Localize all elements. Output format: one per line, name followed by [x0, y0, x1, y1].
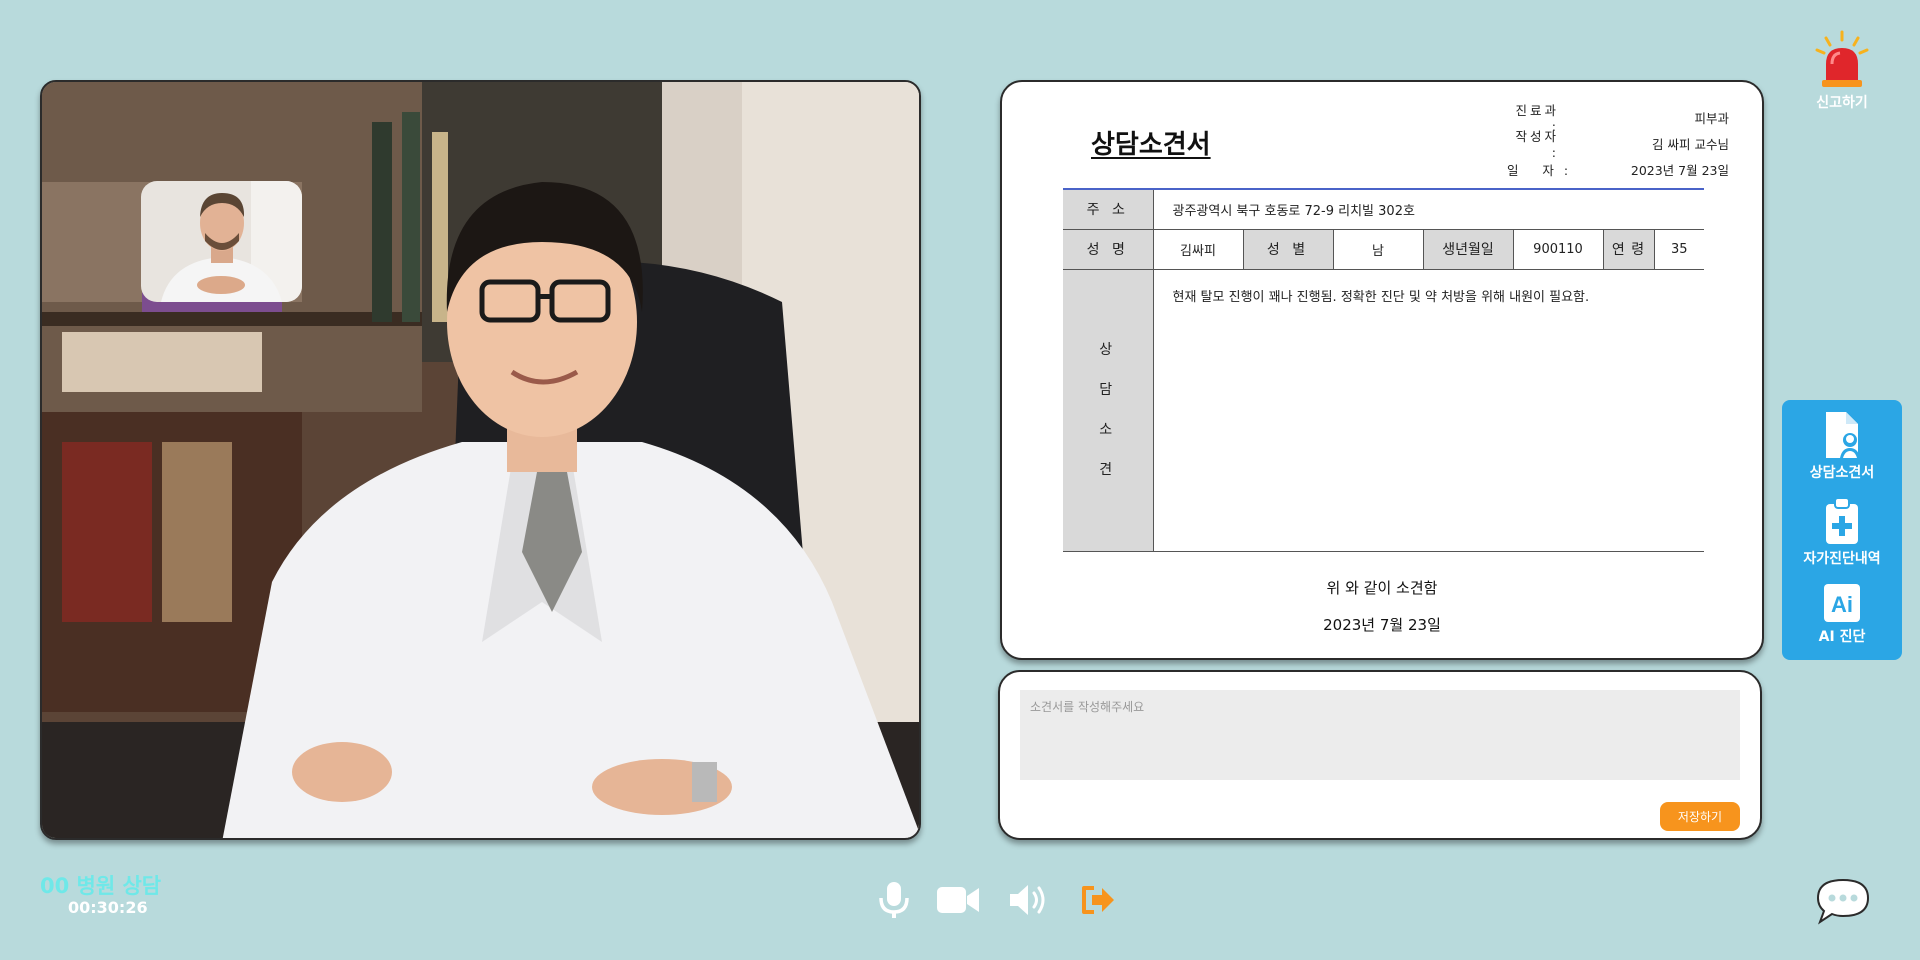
- patient-pip-video[interactable]: [141, 181, 302, 302]
- speaker-button[interactable]: [1008, 880, 1052, 924]
- meta-value: 김 싸피 교수님: [1652, 136, 1729, 152]
- meta-key: 작성자 :: [1515, 129, 1559, 160]
- birth-value: 900110: [1513, 229, 1604, 270]
- opinion-input[interactable]: [1020, 690, 1740, 780]
- meta-key: 일 자 :: [1507, 162, 1572, 178]
- hospital-label: 00 병원 상담: [40, 874, 162, 898]
- chat-bubble-icon: [1816, 878, 1870, 925]
- clipboard-plus-icon: [1826, 497, 1858, 544]
- mic-button[interactable]: [877, 880, 911, 924]
- opinion-label-char: 담: [1099, 382, 1117, 398]
- ai-icon: Ai: [1824, 584, 1860, 622]
- side-item-ai-diagnosis[interactable]: Ai AI 진단: [1782, 582, 1902, 646]
- opinion-label-char: 상: [1099, 342, 1117, 358]
- age-value: 35: [1654, 229, 1705, 270]
- document-title: 상담소견서: [1091, 130, 1211, 160]
- report-button[interactable]: 신고하기: [1800, 30, 1884, 112]
- microphone-icon: [879, 882, 909, 918]
- video-camera-icon: [937, 887, 979, 913]
- conclusion-text: 위 와 같이 소견함: [1326, 579, 1438, 597]
- conclusion-date: 2023년 7월 23일: [1323, 616, 1441, 634]
- age-label: 연 령: [1603, 229, 1655, 270]
- siren-icon: [1815, 30, 1869, 87]
- meta-date: 일 자 : 2023년 7월 23일: [1507, 156, 1749, 182]
- meta-value: 피부과: [1694, 110, 1729, 126]
- camera-button[interactable]: [936, 880, 980, 924]
- name-value: 김싸피: [1153, 229, 1244, 270]
- doctor-video-feed: [40, 80, 921, 840]
- opinion-text: 현재 탈모 진행이 꽤나 진행됨. 정확한 진단 및 약 처방을 위해 내원이 …: [1153, 269, 1705, 552]
- side-item-consultation[interactable]: 상담소견서: [1782, 410, 1902, 482]
- leave-call-button[interactable]: [1080, 880, 1116, 924]
- side-menu: 상담소견서 자가진단내역 Ai AI 진단: [1782, 400, 1902, 660]
- opinion-label-char: 견: [1099, 462, 1117, 478]
- opinion-label-char: 소: [1099, 422, 1117, 438]
- meta-value: 2023년 7월 23일: [1630, 162, 1729, 178]
- address-value: 광주광역시 북구 호동로 72-9 리치빌 302호: [1153, 188, 1705, 230]
- leave-icon: [1082, 886, 1114, 914]
- opinion-editor: 저장하기: [998, 670, 1762, 840]
- side-item-label: AI 진단: [1818, 629, 1866, 645]
- call-timer: 00:30:26: [68, 898, 148, 917]
- save-button[interactable]: 저장하기: [1660, 802, 1740, 831]
- patient-info-table: 주 소 광주광역시 북구 호동로 72-9 리치빌 302호 성 명 김싸피 성…: [1063, 188, 1705, 552]
- chat-button[interactable]: [1814, 876, 1872, 930]
- birth-label: 생년월일: [1423, 229, 1514, 270]
- consultation-document: 상담소견서 진료과 : 피부과 작성자 : 김 싸피 교수님 일 자 : 202…: [1000, 80, 1764, 660]
- svg-text:Ai: Ai: [1831, 592, 1853, 617]
- side-item-label: 자가진단내역: [1803, 551, 1881, 567]
- patient-video-image: [141, 181, 302, 302]
- side-item-self-diagnosis[interactable]: 자가진단내역: [1782, 496, 1902, 568]
- report-label: 신고하기: [1816, 95, 1868, 111]
- gender-value: 남: [1333, 229, 1424, 270]
- speaker-icon: [1010, 885, 1045, 915]
- side-item-label: 상담소견서: [1809, 465, 1875, 481]
- meta-author: 작성자 : 김 싸피 교수님: [1507, 129, 1749, 160]
- opinion-label: 상 담 소 견: [1063, 269, 1154, 552]
- name-label: 성 명: [1063, 229, 1154, 270]
- address-label: 주 소: [1063, 188, 1154, 230]
- document-meta: 진료과 : 피부과 작성자 : 김 싸피 교수님 일 자 : 2023년 7월 …: [1507, 103, 1749, 182]
- gender-label: 성 별: [1243, 229, 1334, 270]
- document-user-icon: [1826, 412, 1860, 458]
